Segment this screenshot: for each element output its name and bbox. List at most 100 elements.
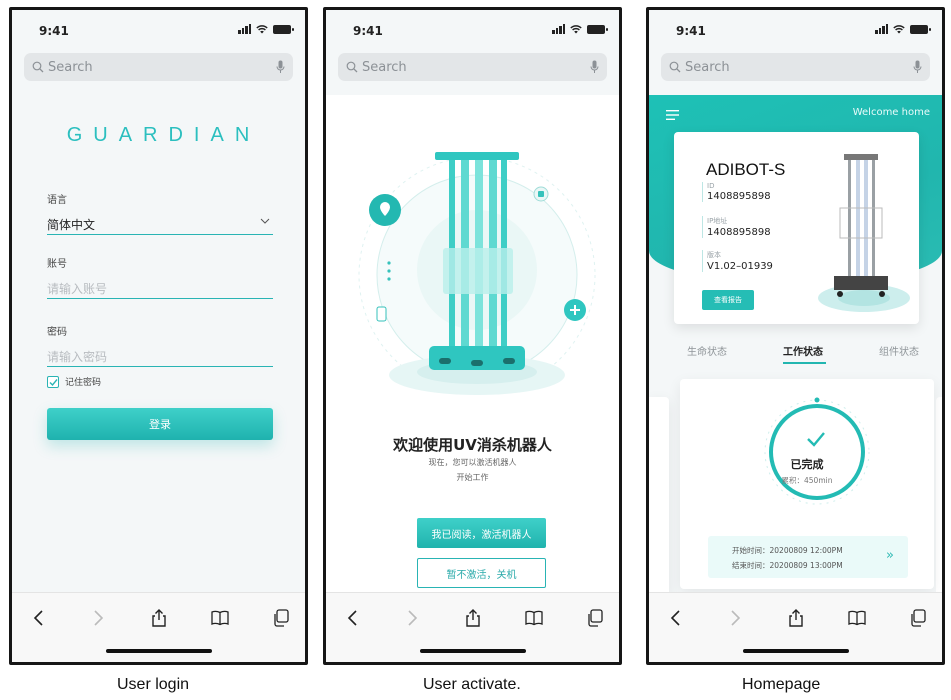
bookmarks-button[interactable] (844, 607, 870, 629)
view-report-button[interactable]: 查看报告 (702, 290, 754, 310)
activate-robot-button[interactable]: 我已阅读，激活机器人 (417, 518, 546, 548)
uv-robot-illustration (358, 152, 596, 395)
browser-toolbar (649, 592, 942, 662)
status-time: 9:41 (353, 24, 383, 38)
bookmarks-button[interactable] (521, 607, 547, 629)
tab-component-status[interactable]: 组件状态 (879, 343, 919, 358)
signal-icon (238, 24, 251, 34)
search-input[interactable]: Search (685, 60, 913, 75)
remember-checkbox[interactable] (47, 375, 59, 388)
wifi-icon (570, 25, 582, 34)
account-label: 账号 (47, 259, 67, 270)
home-indicator[interactable] (105, 649, 212, 653)
completion-dial (764, 397, 870, 505)
book-icon (211, 610, 229, 626)
battery-icon (910, 25, 931, 34)
check-icon (49, 378, 58, 386)
status-time: 9:41 (676, 24, 706, 38)
language-select[interactable]: 简体中文 (47, 216, 273, 235)
home-indicator[interactable] (419, 649, 526, 653)
device-id-value: 1408895898 (707, 191, 771, 202)
device-ip: IP地址 1408895898 (702, 216, 771, 238)
home-indicator[interactable] (742, 649, 849, 653)
caption-user-activate: User activate. (423, 676, 521, 693)
share-icon (152, 609, 166, 627)
language-field[interactable]: 语言 简体中文 (47, 191, 273, 235)
book-icon (525, 610, 543, 626)
search-icon (32, 61, 44, 73)
account-field[interactable]: 账号 请输入账号 (47, 255, 273, 299)
tabs-button[interactable] (268, 607, 294, 629)
device-card: ADIBOT-S ID 1408895898 IP地址 1408895898 版… (674, 132, 919, 324)
device-ip-value: 1408895898 (707, 227, 771, 238)
forward-button[interactable] (722, 607, 748, 629)
language-value: 简体中文 (47, 218, 96, 232)
back-button[interactable] (340, 607, 366, 629)
caption-homepage: Homepage (742, 676, 821, 693)
welcome-subtitle-2: 开始工作 (456, 473, 489, 482)
device-id: ID 1408895898 (702, 182, 771, 202)
wifi-icon (256, 25, 268, 34)
welcome-subtitle-1: 现在，您可以激活机器人 (428, 458, 517, 467)
remember-label: 记住密码 (65, 378, 102, 388)
next-card-peek[interactable] (936, 397, 942, 597)
microphone-icon[interactable] (590, 60, 599, 74)
device-version-label: 版本 (707, 251, 721, 259)
battery-icon (587, 25, 608, 34)
end-time: 结束时间：20200809 13:00PM (732, 561, 843, 570)
brand-logo-text: GUARDIAN (66, 124, 261, 146)
time-range-box[interactable]: 开始时间：20200809 12:00PM 结束时间：20200809 13:0… (708, 536, 908, 578)
device-name: ADIBOT-S (706, 160, 786, 179)
tabs-icon (274, 609, 289, 627)
search-bar[interactable]: Search (338, 53, 607, 81)
microphone-icon[interactable] (276, 60, 285, 74)
signal-icon (552, 24, 565, 34)
previous-card-peek[interactable] (649, 397, 669, 597)
share-button[interactable] (783, 607, 809, 629)
share-icon (466, 609, 480, 627)
search-input[interactable]: Search (362, 60, 590, 75)
share-icon (789, 609, 803, 627)
completed-status: 已完成 (790, 458, 824, 471)
chevron-left-icon (670, 610, 680, 626)
activate-screen: 9:41 Search 欢迎使用UV消杀机器人 现在，您可以激活机器人 开始工作… (323, 7, 622, 665)
search-bar[interactable]: Search (661, 53, 930, 81)
share-button[interactable] (146, 607, 172, 629)
decline-shutdown-button[interactable]: 暂不激活，关机 (417, 558, 546, 588)
tabs-button[interactable] (582, 607, 608, 629)
tab-work-status[interactable]: 工作状态 (783, 343, 823, 358)
forward-button[interactable] (399, 607, 425, 629)
login-button[interactable]: 登录 (47, 408, 273, 440)
home-screen: 9:41 Search Welcome home ADIBOT-S ID 140… (646, 7, 945, 665)
account-input[interactable]: 请输入账号 (47, 280, 273, 299)
password-label: 密码 (47, 327, 67, 338)
chevron-right-icon (94, 610, 104, 626)
remember-password[interactable]: 记住密码 (47, 375, 101, 388)
share-button[interactable] (460, 607, 486, 629)
back-button[interactable] (663, 607, 689, 629)
double-chevron-right-icon[interactable]: » (886, 548, 894, 563)
password-input[interactable]: 请输入密码 (47, 348, 273, 367)
device-id-label: ID (707, 182, 715, 190)
status-bar: 9:41 (12, 10, 305, 50)
bookmarks-button[interactable] (207, 607, 233, 629)
status-time: 9:41 (39, 24, 69, 38)
signal-icon (875, 24, 888, 34)
microphone-icon[interactable] (913, 60, 922, 74)
welcome-home-text: Welcome home (852, 107, 930, 118)
device-version: 版本 V1.02–01939 (702, 250, 773, 272)
language-label: 语言 (47, 195, 67, 206)
tabs-button[interactable] (905, 607, 931, 629)
back-button[interactable] (26, 607, 52, 629)
status-bar: 9:41 (649, 10, 942, 50)
tab-vital-status[interactable]: 生命状态 (687, 343, 727, 358)
robot-device-image (818, 154, 910, 312)
menu-icon[interactable] (666, 110, 679, 120)
search-input[interactable]: Search (48, 60, 276, 75)
status-bar: 9:41 (326, 10, 619, 50)
book-icon (848, 610, 866, 626)
forward-button[interactable] (85, 607, 111, 629)
search-bar[interactable]: Search (24, 53, 293, 81)
browser-toolbar (326, 592, 619, 662)
password-field[interactable]: 密码 请输入密码 (47, 323, 273, 367)
